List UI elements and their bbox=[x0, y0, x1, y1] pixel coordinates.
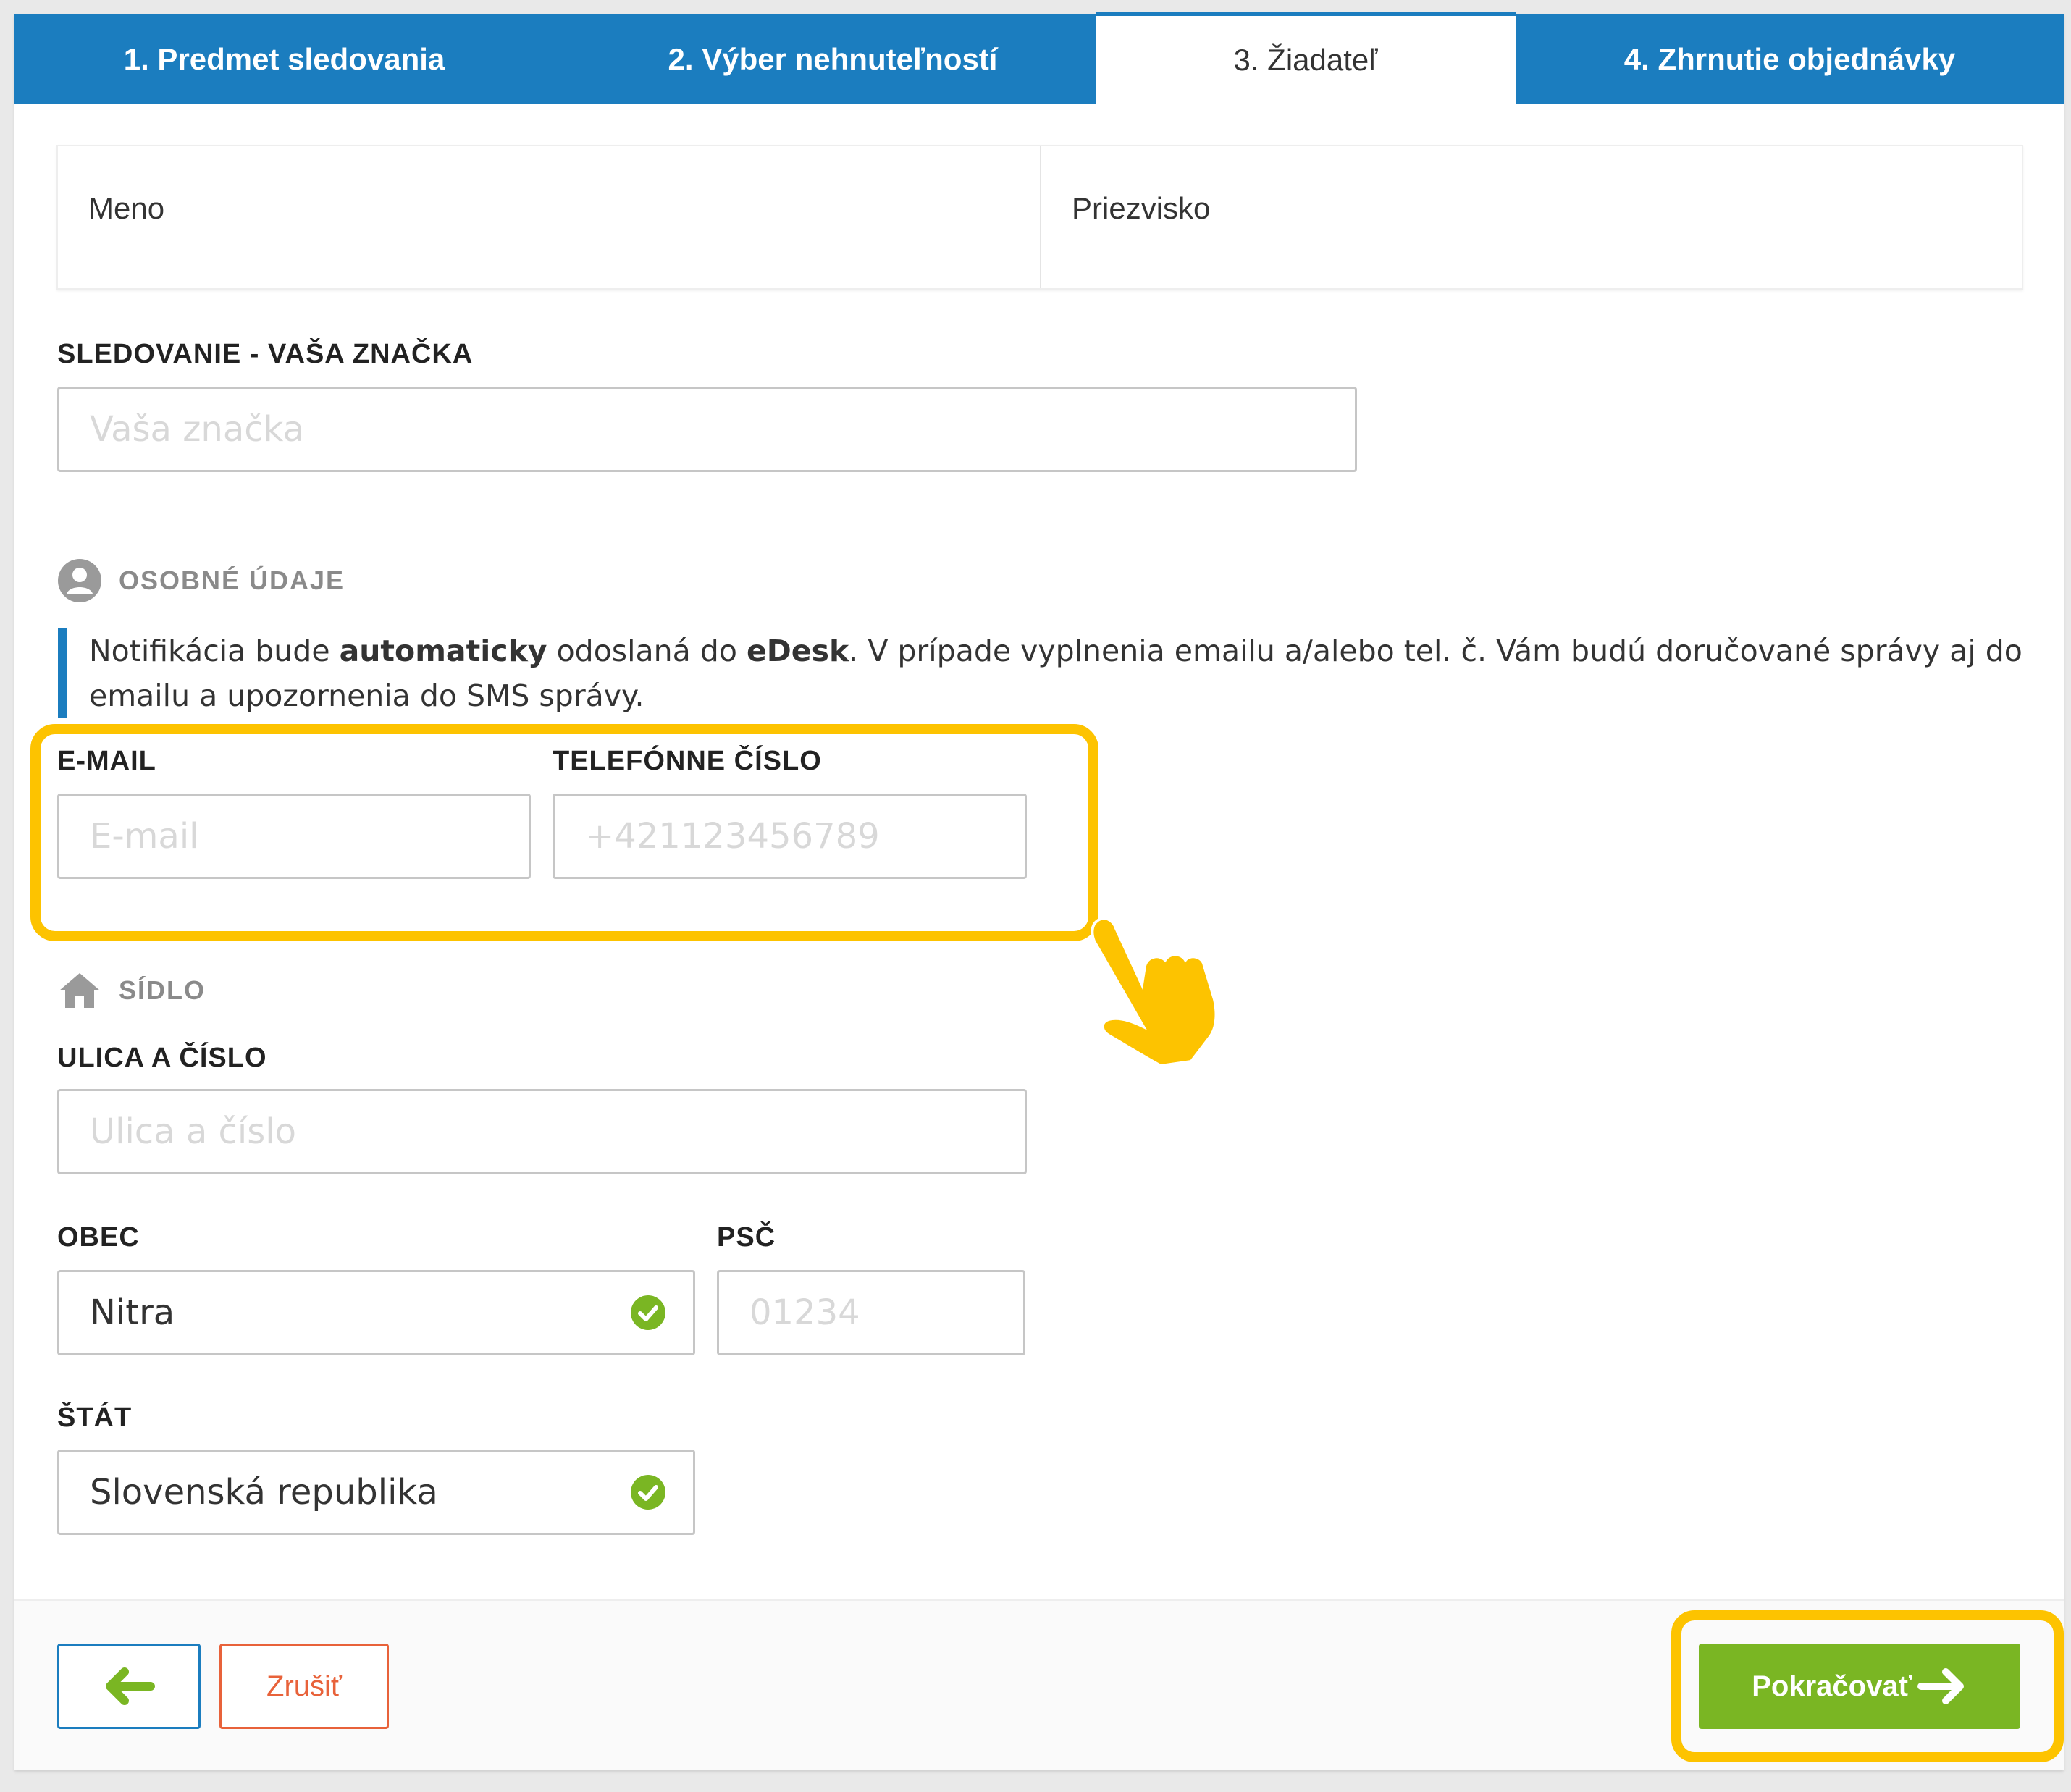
name-divider bbox=[1040, 146, 1041, 288]
street-input[interactable]: Ulica a číslo bbox=[57, 1089, 1027, 1174]
notice-text-1: Notifikácia bude bbox=[89, 634, 340, 668]
notice-text-2: odoslaná do bbox=[547, 634, 747, 668]
city-value: Nitra bbox=[90, 1292, 175, 1333]
step-tabs: 1. Predmet sledovania 2. Výber nehnuteľn… bbox=[14, 12, 2064, 104]
tag-label: SLEDOVANIE - VAŠA ZNAČKA bbox=[57, 339, 474, 369]
continue-label: Pokračovať bbox=[1752, 1670, 1912, 1702]
notice-bold-automaticky: automaticky bbox=[339, 634, 547, 668]
name-row: Meno Priezvisko bbox=[56, 145, 2023, 290]
home-icon bbox=[59, 973, 100, 1008]
back-button[interactable] bbox=[57, 1644, 201, 1729]
street-placeholder: Ulica a číslo bbox=[90, 1111, 296, 1152]
cancel-button[interactable]: Zrušiť bbox=[219, 1644, 389, 1729]
personal-section-heading: OSOBNÉ ÚDAJE bbox=[58, 559, 345, 602]
user-circle-icon bbox=[58, 559, 101, 602]
tab-zhrnutie-objednavky[interactable]: 4. Zhrnutie objednávky bbox=[1516, 14, 2064, 104]
continue-button[interactable]: Pokračovať bbox=[1699, 1644, 2020, 1729]
pointing-hand-icon bbox=[1091, 917, 1218, 1068]
city-input[interactable]: Nitra bbox=[57, 1270, 695, 1355]
tab-predmet-sledovania[interactable]: 1. Predmet sledovania bbox=[14, 14, 554, 104]
form-card: 1. Predmet sledovania 2. Výber nehnuteľn… bbox=[14, 12, 2064, 1770]
tag-placeholder: Vaša značka bbox=[90, 409, 304, 450]
last-name-label: Priezvisko bbox=[1072, 191, 1211, 225]
city-label: OBEC bbox=[57, 1222, 140, 1253]
tab-vyber-nehnutelnosti[interactable]: 2. Výber nehnuteľností bbox=[554, 14, 1112, 104]
zip-input[interactable]: 01234 bbox=[717, 1270, 1025, 1355]
country-label: ŠTÁT bbox=[57, 1402, 133, 1433]
tab-ziadatel-active[interactable]: 3. Žiadateľ bbox=[1096, 12, 1516, 104]
country-valid-check-icon bbox=[631, 1475, 665, 1510]
country-input[interactable]: Slovenská republika bbox=[57, 1450, 695, 1535]
cancel-label: Zrušiť bbox=[266, 1670, 342, 1702]
seat-heading-text: SÍDLO bbox=[119, 975, 206, 1005]
arrow-left-icon bbox=[106, 1667, 155, 1705]
street-label: ULICA A ČÍSLO bbox=[57, 1043, 267, 1073]
zip-placeholder: 01234 bbox=[749, 1292, 860, 1333]
notice-bold-edesk: eDesk bbox=[746, 634, 849, 668]
first-name-label: Meno bbox=[88, 191, 165, 225]
arrow-right-icon bbox=[1917, 1668, 1964, 1704]
contact-fields-highlight bbox=[30, 724, 1098, 941]
country-value: Slovenská republika bbox=[90, 1472, 438, 1513]
seat-section-heading: SÍDLO bbox=[58, 972, 206, 1009]
notification-info: Notifikácia bude automaticky odoslaná do… bbox=[58, 628, 2028, 718]
zip-label: PSČ bbox=[717, 1222, 776, 1253]
personal-heading-text: OSOBNÉ ÚDAJE bbox=[119, 565, 345, 595]
tag-input[interactable]: Vaša značka bbox=[57, 387, 1357, 472]
city-valid-check-icon bbox=[631, 1295, 665, 1330]
